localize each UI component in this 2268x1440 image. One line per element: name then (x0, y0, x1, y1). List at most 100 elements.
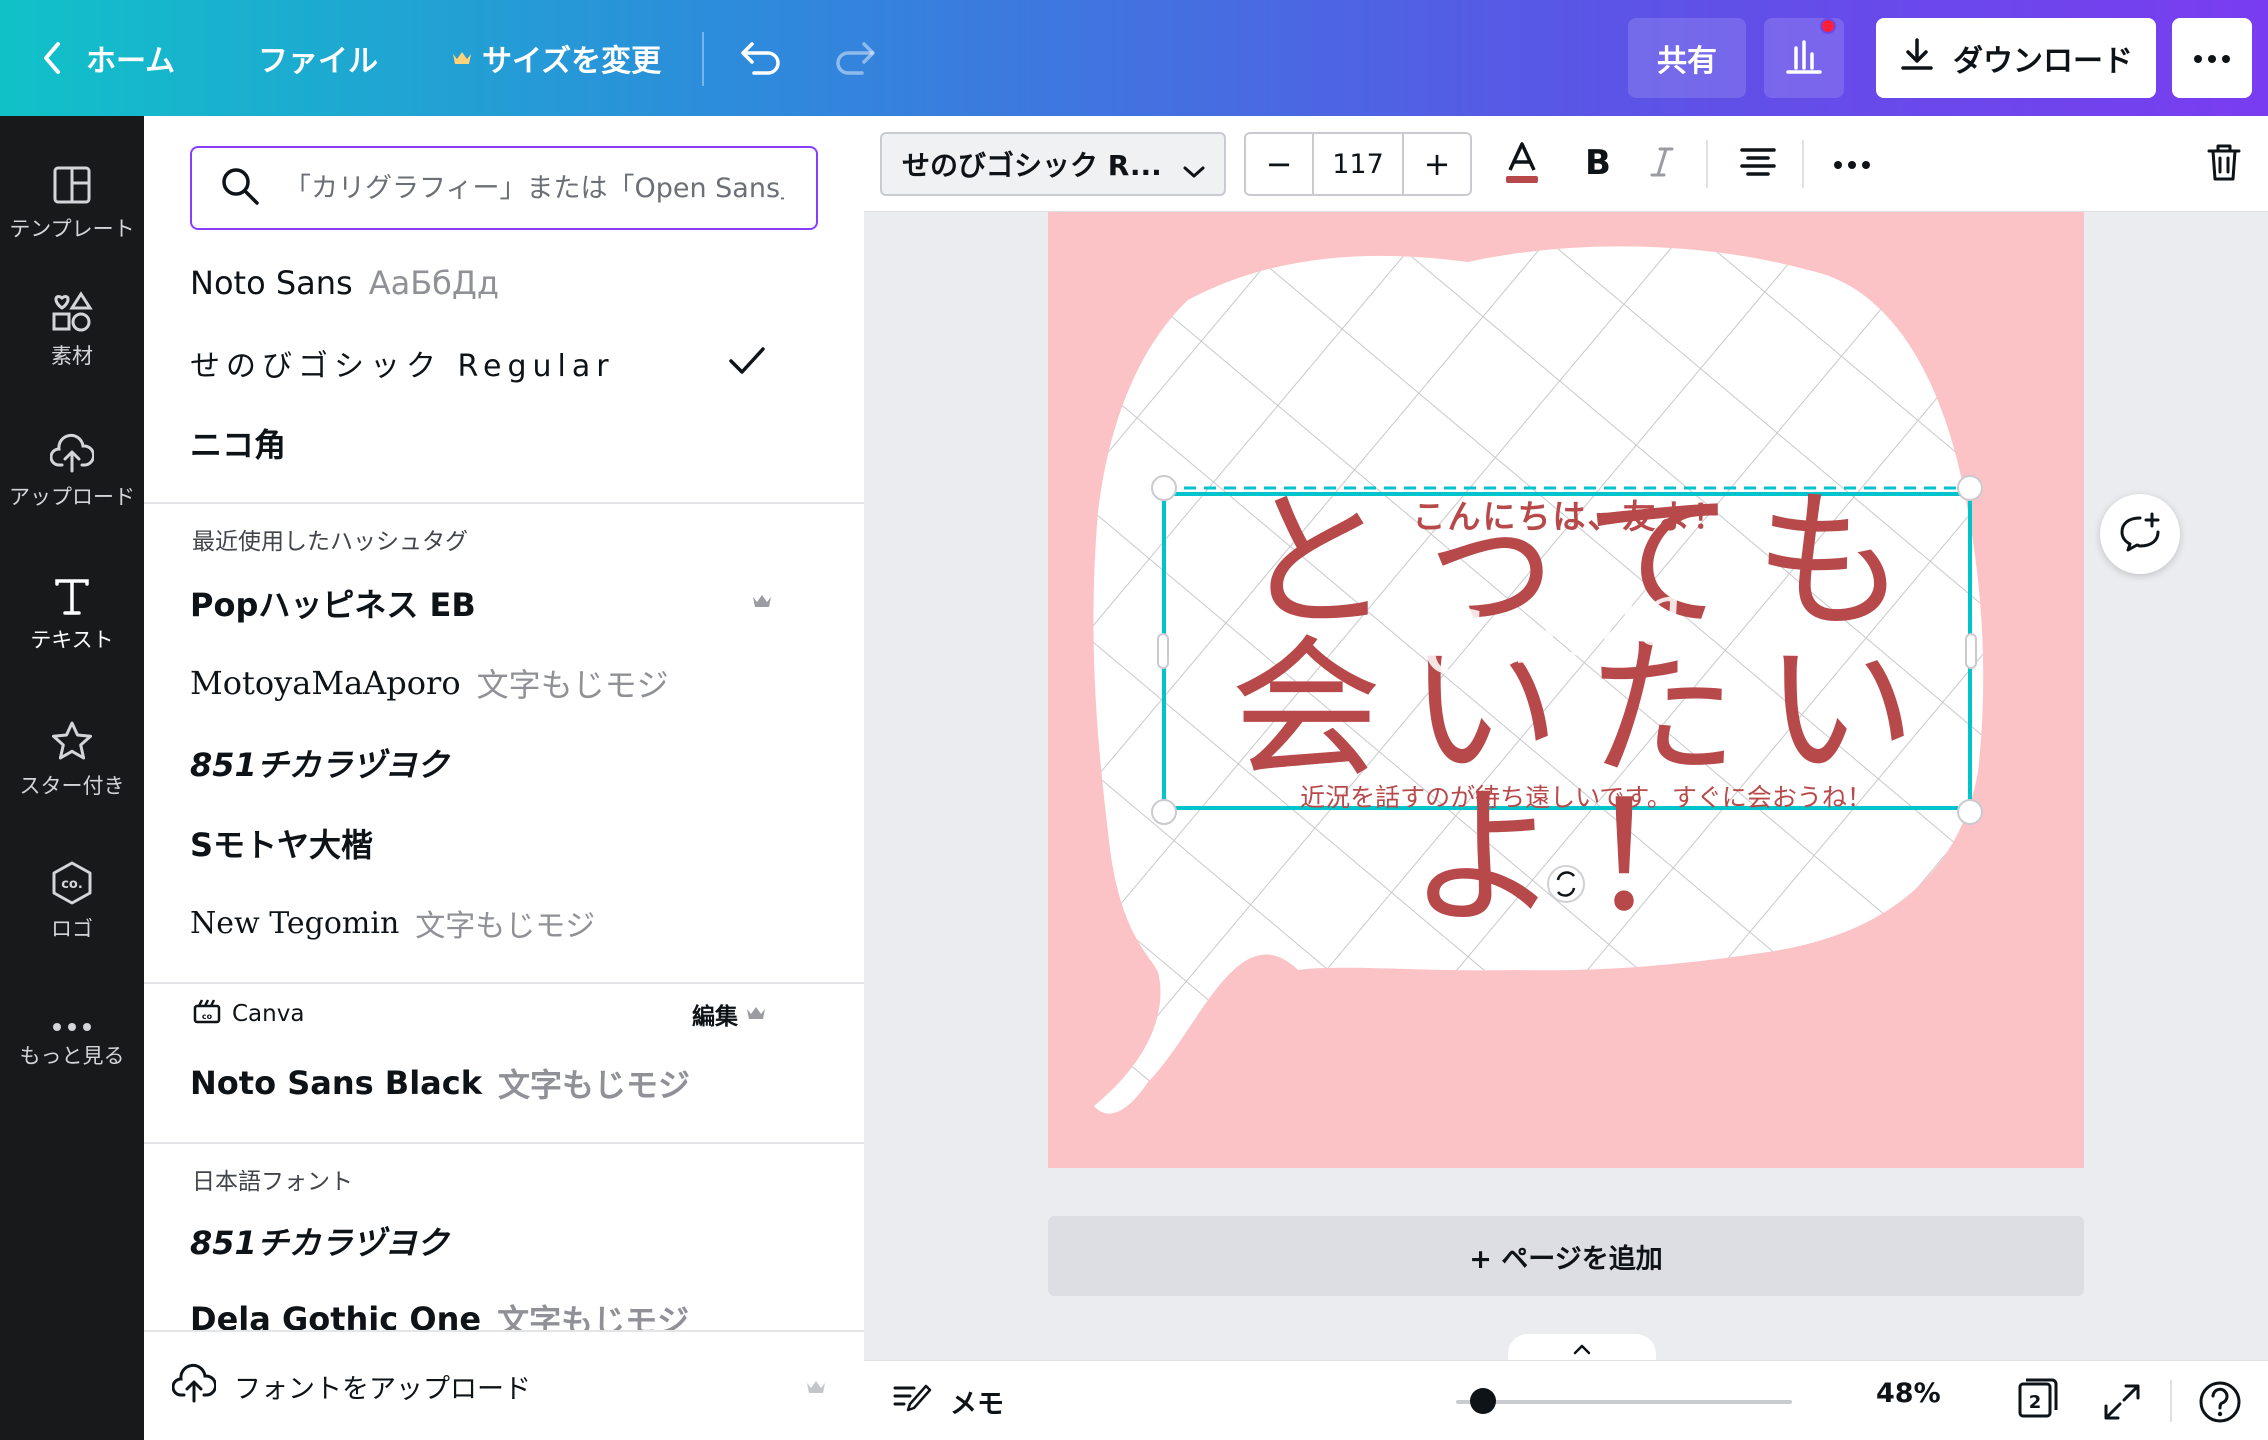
star-icon (50, 720, 94, 762)
toolbar-divider (702, 32, 704, 86)
chevron-left-icon (42, 41, 62, 75)
download-label: ダウンロード (1953, 44, 2133, 79)
crown-icon (452, 50, 472, 66)
rail-item-logos[interactable]: co. ロゴ (0, 842, 144, 962)
font-family-dropdown[interactable]: せのびゴシック R... (880, 132, 1226, 196)
font-item-new-tegomin[interactable]: New Tegomin 文字もじモジ (190, 886, 820, 960)
font-item-pop-happiness[interactable]: Popハッピネス EB (190, 566, 820, 640)
svg-text:B: B (1585, 146, 1611, 178)
section-divider (144, 982, 864, 984)
svg-text:co: co (202, 1012, 213, 1021)
font-search[interactable] (190, 146, 818, 230)
zoom-slider-handle[interactable] (1469, 1388, 1496, 1414)
rail-label-logos: ロゴ (51, 917, 93, 941)
download-button[interactable]: ダウンロード (1876, 18, 2156, 98)
canva-section-title: Canva (232, 1001, 305, 1027)
rail-item-more[interactable]: もっと見る (0, 986, 144, 1106)
font-sample: 文字もじモジ (498, 1066, 691, 1104)
font-size-stepper: − 117 + (1244, 132, 1472, 196)
delete-button[interactable] (2196, 132, 2252, 196)
fullscreen-button[interactable] (2102, 1382, 2142, 1426)
font-name: Sモトヤ大楷 (190, 826, 374, 864)
font-search-input[interactable] (284, 172, 784, 204)
more-text-options-button[interactable] (1820, 132, 1884, 196)
logo-badge-icon: co. (51, 861, 93, 905)
more-horizontal-icon (2193, 49, 2231, 68)
align-center-button[interactable] (1726, 132, 1790, 196)
expand-arrows-icon (2104, 1384, 2140, 1420)
page-count-button[interactable]: 2 (2016, 1376, 2060, 1424)
zoom-slider-track[interactable] (1456, 1400, 1792, 1404)
help-button[interactable] (2198, 1380, 2242, 1428)
more-horizontal-icon (1833, 155, 1871, 174)
file-menu-button[interactable]: ファイル (258, 0, 378, 116)
add-page-button[interactable]: + ページを追加 (1048, 1216, 2084, 1296)
canvas-footnote-text[interactable]: 近況を話すのが待ち遠しいです。すぐに会おうね！ (1166, 778, 2006, 814)
checkmark-icon (728, 346, 766, 380)
rail-item-text[interactable]: テキスト (0, 556, 144, 676)
rail-item-templates[interactable]: テンプレート (0, 144, 144, 264)
home-button[interactable]: ホーム (42, 0, 175, 116)
font-name: ニコ角 (190, 426, 287, 464)
rail-item-elements[interactable]: 素材 (0, 270, 144, 390)
cloud-upload-icon (50, 433, 94, 473)
font-item-851-chikarazuyoku[interactable]: 851チカラヅヨク (190, 726, 820, 800)
search-icon (220, 166, 260, 210)
font-sample: АаБбДд (368, 264, 499, 302)
undo-button[interactable] (740, 0, 782, 116)
text-color-button[interactable] (1494, 132, 1550, 196)
upload-font-label: フォントをアップロード (234, 1373, 531, 1405)
crown-icon (746, 1001, 766, 1027)
notes-pencil-icon (892, 1382, 932, 1421)
add-comment-button[interactable] (2100, 494, 2180, 574)
share-label: 共有 (1657, 44, 1717, 79)
font-item-motoya-maaporo[interactable]: MotoyaMaAporo 文字もじモジ (190, 646, 820, 720)
upload-font-button[interactable]: フォントをアップロード (144, 1330, 864, 1440)
notes-button[interactable]: メモ (892, 1361, 1004, 1440)
font-item-niko-kaku[interactable]: ニコ角 (190, 406, 820, 480)
text-color-icon (1502, 140, 1542, 188)
rail-label-templates: テンプレート (9, 217, 135, 241)
font-name: 851チカラヅヨク (190, 1224, 449, 1262)
italic-button[interactable] (1634, 132, 1690, 196)
decrease-size-button[interactable]: − (1246, 134, 1312, 194)
file-label: ファイル (258, 44, 378, 79)
help-question-icon (2199, 1381, 2241, 1423)
rail-label-elements: 素材 (51, 344, 93, 368)
rail-item-starred[interactable]: スター付き (0, 700, 144, 820)
zoom-level[interactable]: 48% (1876, 1378, 1941, 1409)
canva-edit-link[interactable]: 編集 (692, 997, 766, 1031)
font-item-senobi-gothic[interactable]: せのびゴシック Regular (190, 326, 820, 400)
font-sample: 文字もじモジ (476, 666, 669, 704)
comment-add-icon (2118, 512, 2162, 556)
japanese-section-title: 日本語フォント (192, 1169, 353, 1195)
bold-button[interactable]: B (1570, 132, 1626, 196)
text-edit-toolbar: せのびゴシック R... − 117 + B (864, 116, 2268, 212)
font-size-input[interactable]: 117 (1312, 134, 1404, 194)
redo-button[interactable] (834, 0, 876, 116)
more-horizontal-icon (52, 1022, 92, 1032)
increase-size-button[interactable]: + (1404, 134, 1470, 194)
insights-button[interactable] (1764, 18, 1844, 98)
bold-icon: B (1584, 143, 1612, 183)
font-name: 851チカラヅヨク (190, 746, 449, 784)
canvas-headline-text[interactable]: とっても会いたいよ！ (1166, 486, 2006, 934)
undo-icon (740, 41, 782, 75)
font-item-s-motoya-daikai[interactable]: Sモトヤ大楷 (190, 806, 820, 880)
svg-text:co.: co. (61, 877, 83, 892)
pages-icon: 2 (2018, 1378, 2058, 1418)
notification-dot (1820, 18, 1836, 34)
share-button[interactable]: 共有 (1628, 18, 1746, 98)
more-options-button[interactable] (2172, 18, 2252, 98)
font-name: Noto Sans Black (190, 1064, 482, 1102)
resize-button[interactable]: サイズを変更 (452, 0, 661, 116)
font-family-value: せのびゴシック R... (902, 149, 1162, 182)
font-name: Popハッピネス EB (190, 586, 476, 624)
font-item-851-chikarazuyoku-2[interactable]: 851チカラヅヨク (190, 1204, 820, 1278)
rail-item-uploads[interactable]: アップロード (0, 412, 144, 532)
align-center-icon (1739, 147, 1777, 181)
font-item-noto-sans[interactable]: Noto Sans АаБбДд (190, 246, 820, 320)
shapes-icon (51, 290, 93, 332)
redo-icon (834, 41, 876, 75)
font-item-noto-sans-black[interactable]: Noto Sans Black 文字もじモジ (190, 1046, 820, 1120)
